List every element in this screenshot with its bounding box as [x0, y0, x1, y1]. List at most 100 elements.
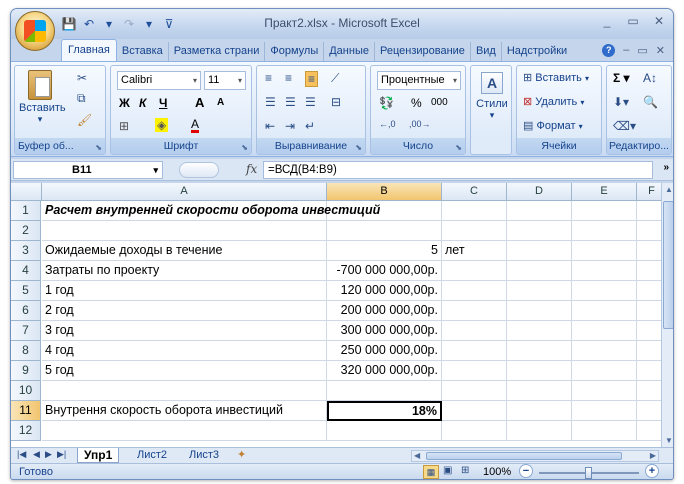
sheet-tab-list3[interactable]: Лист3 — [183, 448, 225, 463]
scroll-right-icon[interactable]: ▶ — [650, 451, 656, 460]
cell-e5[interactable] — [572, 281, 637, 301]
cell-c1[interactable] — [442, 201, 507, 221]
font-color-icon[interactable]: A — [191, 118, 200, 133]
dialog-launcher-icon[interactable]: ⬊ — [95, 143, 102, 152]
autosum-icon[interactable]: Σ ▾ — [613, 71, 630, 85]
cell-b4[interactable]: -700 000 000,00р. — [327, 261, 442, 281]
cell-e3[interactable] — [572, 241, 637, 261]
cell-d6[interactable] — [507, 301, 572, 321]
cell-c4[interactable] — [442, 261, 507, 281]
cell-d9[interactable] — [507, 361, 572, 381]
cell-b2[interactable] — [327, 221, 442, 241]
zoom-slider-thumb[interactable] — [585, 467, 592, 479]
dialog-launcher-icon[interactable]: ⬊ — [241, 143, 248, 152]
cell-a10[interactable] — [42, 381, 327, 401]
cell-b7[interactable]: 300 000 000,00р. — [327, 321, 442, 341]
scroll-up-icon[interactable]: ▲ — [665, 185, 673, 194]
last-sheet-icon[interactable]: ▶| — [57, 449, 66, 460]
next-sheet-icon[interactable]: ▶ — [45, 449, 52, 460]
cell-a9[interactable]: 5 год — [42, 361, 327, 381]
cell-d5[interactable] — [507, 281, 572, 301]
cell-c9[interactable] — [442, 361, 507, 381]
row-header[interactable]: 7 — [11, 321, 41, 341]
cell-c7[interactable] — [442, 321, 507, 341]
close-workbook-icon[interactable]: ✕ — [656, 44, 665, 57]
cell-e8[interactable] — [572, 341, 637, 361]
tab-view[interactable]: Вид — [471, 42, 502, 61]
cell-b3[interactable]: 5 — [327, 241, 442, 261]
number-format-select[interactable]: Процентные ▾ — [377, 71, 461, 90]
cell-c10[interactable] — [442, 381, 507, 401]
minimize-button[interactable]: _ — [599, 13, 615, 29]
cell-d2[interactable] — [507, 221, 572, 241]
decrease-decimal-icon[interactable]: ,00→ — [409, 119, 431, 129]
wrap-text-icon[interactable]: ↵ — [305, 119, 315, 133]
decrease-indent-icon[interactable]: ⇤ — [265, 119, 275, 133]
column-header-c[interactable]: C — [442, 183, 507, 201]
cell-c2[interactable] — [442, 221, 507, 241]
cell-a1[interactable]: Расчет внутренней скорости оборота инвес… — [42, 201, 380, 221]
tab-addins[interactable]: Надстройки — [502, 42, 572, 61]
cell-f2[interactable] — [637, 221, 661, 241]
row-header[interactable]: 1 — [11, 201, 41, 221]
scroll-left-icon[interactable]: ◀ — [414, 451, 420, 460]
cell-f11[interactable] — [637, 401, 661, 421]
close-button[interactable]: ✕ — [651, 13, 667, 29]
cell-c11[interactable] — [442, 401, 507, 421]
column-header-d[interactable]: D — [507, 183, 572, 201]
sheet-tab-list2[interactable]: Лист2 — [131, 448, 173, 463]
name-box[interactable]: B11 ▾ — [13, 161, 163, 179]
cell-e1[interactable] — [572, 201, 637, 221]
find-select-icon[interactable]: 🔍 — [643, 95, 658, 109]
horizontal-scroll-thumb[interactable] — [426, 452, 622, 460]
maximize-button[interactable]: ▭ — [625, 13, 641, 29]
cell-d11[interactable] — [507, 401, 572, 421]
column-header-a[interactable]: A — [42, 183, 327, 201]
cell-c8[interactable] — [442, 341, 507, 361]
insert-function-button[interactable]: fx — [246, 162, 257, 176]
increase-indent-icon[interactable]: ⇥ — [285, 119, 295, 133]
cell-b8[interactable]: 250 000 000,00р. — [327, 341, 442, 361]
align-middle-icon[interactable]: ≡ — [285, 71, 292, 85]
row-header[interactable]: 2 — [11, 221, 41, 241]
help-icon[interactable]: ? — [602, 44, 616, 57]
row-header[interactable]: 12 — [11, 421, 41, 441]
tab-page-layout[interactable]: Разметка страни — [169, 42, 266, 61]
cell-a7[interactable]: 3 год — [42, 321, 327, 341]
minimize-workbook-icon[interactable]: – — [623, 44, 629, 57]
font-size-select[interactable]: 11 ▾ — [204, 71, 246, 90]
align-left-icon[interactable]: ☰ — [265, 95, 276, 109]
select-all-corner[interactable] — [11, 183, 42, 201]
zoom-out-icon[interactable]: − — [519, 464, 533, 478]
align-bottom-icon[interactable]: ≡ — [305, 71, 319, 87]
vertical-scroll-thumb[interactable] — [663, 201, 673, 329]
styles-button[interactable]: A Стили ▾ — [473, 72, 511, 121]
column-header-b[interactable]: B — [327, 183, 442, 201]
column-header-e[interactable]: E — [572, 183, 637, 201]
page-break-view-icon[interactable]: ⊞ — [461, 465, 469, 476]
row-header[interactable]: 5 — [11, 281, 41, 301]
format-painter-icon[interactable]: 🖌 — [77, 113, 92, 127]
thousands-button[interactable]: 000 — [431, 97, 448, 108]
align-right-icon[interactable]: ☰ — [305, 95, 316, 109]
cell-f4[interactable] — [637, 261, 661, 281]
cell-e10[interactable] — [572, 381, 637, 401]
row-header[interactable]: 6 — [11, 301, 41, 321]
row-header[interactable]: 11 — [11, 401, 41, 421]
cut-icon[interactable]: ✂ — [77, 71, 87, 85]
currency-icon[interactable]: 💱 — [379, 96, 394, 110]
cell-d7[interactable] — [507, 321, 572, 341]
bold-button[interactable]: Ж — [119, 96, 130, 110]
fill-icon[interactable]: ⬇▾ — [613, 95, 629, 109]
cell-c6[interactable] — [442, 301, 507, 321]
normal-view-icon[interactable]: ▦ — [423, 465, 439, 479]
zoom-level[interactable]: 100% — [483, 466, 511, 478]
cell-f1[interactable] — [637, 201, 661, 221]
cell-e4[interactable] — [572, 261, 637, 281]
align-top-icon[interactable]: ≡ — [265, 71, 272, 85]
cell-f12[interactable] — [637, 421, 661, 441]
cell-a8[interactable]: 4 год — [42, 341, 327, 361]
cell-a6[interactable]: 2 год — [42, 301, 327, 321]
horizontal-scrollbar[interactable]: ◀ ▶ — [411, 450, 659, 462]
borders-icon[interactable]: ⊞ — [119, 119, 129, 133]
